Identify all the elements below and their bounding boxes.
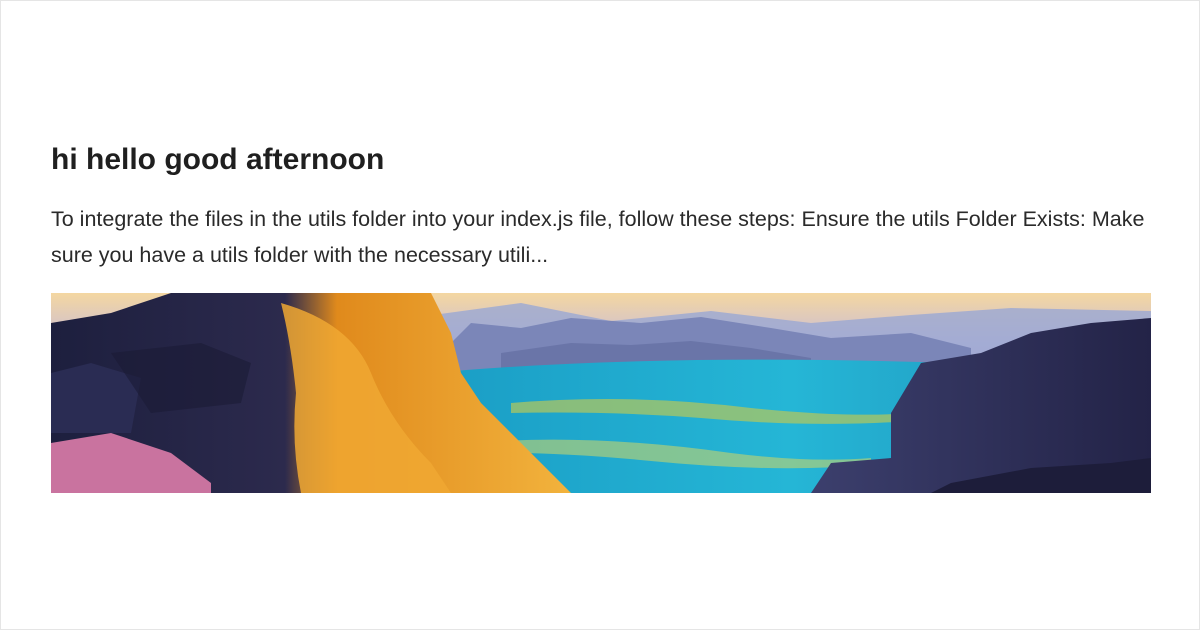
post-content: hi hello good afternoon To integrate the… [51,141,1151,493]
post-excerpt: To integrate the files in the utils fold… [51,207,1145,267]
post-card[interactable]: hi hello good afternoon To integrate the… [0,0,1200,630]
landscape-illustration-icon [51,293,1151,493]
post-title[interactable]: hi hello good afternoon [51,141,1151,179]
post-banner-image[interactable] [51,293,1151,493]
